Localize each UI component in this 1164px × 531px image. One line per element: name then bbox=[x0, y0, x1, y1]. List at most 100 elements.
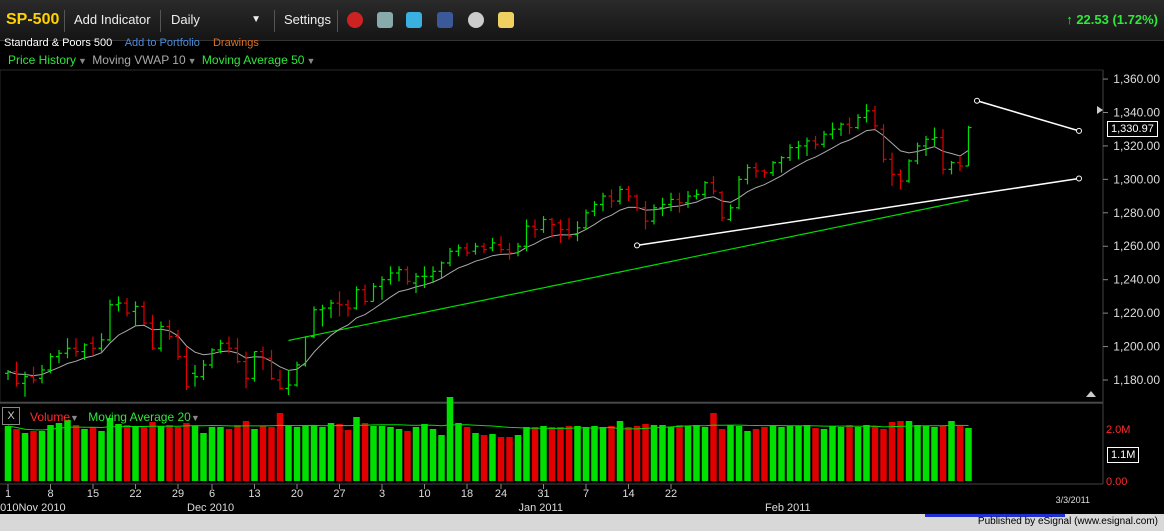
volume-bar bbox=[72, 425, 80, 481]
volume-bar bbox=[608, 426, 615, 481]
volume-bar bbox=[829, 426, 836, 481]
price-bar bbox=[200, 359, 207, 380]
volume-label[interactable]: Volume bbox=[30, 410, 70, 424]
price-bar bbox=[260, 346, 266, 370]
volume-bar bbox=[574, 426, 581, 481]
volume-bar bbox=[55, 423, 63, 481]
price-bar bbox=[455, 244, 462, 257]
price-bar bbox=[311, 306, 317, 339]
volume-bar bbox=[820, 429, 828, 481]
price-bar bbox=[285, 369, 292, 396]
price-bar bbox=[549, 217, 555, 238]
volume-bar bbox=[922, 426, 930, 481]
volume-bar bbox=[591, 426, 598, 481]
price-bar bbox=[668, 192, 674, 212]
price-bar bbox=[489, 237, 496, 252]
volume-bar bbox=[140, 427, 148, 481]
price-bar bbox=[880, 124, 887, 163]
footer-bar: Published by eSignal (www.esignal.com) bbox=[0, 514, 1164, 531]
x-tick-label: 24 bbox=[495, 488, 507, 500]
x-month-label: 2010Nov 2010 bbox=[0, 502, 66, 514]
volume-bar bbox=[684, 426, 692, 481]
y-tick-label: 1,320.00 bbox=[1113, 139, 1160, 153]
lower-trendline bbox=[636, 177, 1080, 247]
price-bar bbox=[421, 266, 428, 289]
price-bar bbox=[855, 114, 861, 130]
volume-bar bbox=[259, 426, 267, 481]
volume-bar bbox=[735, 426, 743, 481]
price-bar bbox=[608, 189, 615, 208]
price-bar bbox=[693, 189, 700, 200]
volume-bar bbox=[914, 425, 921, 481]
volume-bar bbox=[633, 426, 641, 481]
price-bar bbox=[532, 219, 538, 238]
volume-bar bbox=[217, 427, 224, 481]
price-bar bbox=[158, 321, 164, 352]
price-chart[interactable]: 1,360.00 1,340.00 1,320.00 1,300.00 1,280.00… bbox=[0, 0, 1164, 514]
volume-legend: Volume▼ Moving Average 20▼ bbox=[30, 409, 206, 426]
last-price-tag: 1,330.97 bbox=[1107, 121, 1158, 137]
volume-bar bbox=[361, 423, 369, 481]
x-tick-label: 6 bbox=[209, 488, 215, 500]
price-bar bbox=[651, 204, 657, 225]
volume-bar bbox=[191, 426, 199, 481]
volume-bar bbox=[455, 423, 462, 481]
volume-bar bbox=[523, 427, 530, 481]
volume-bar bbox=[38, 431, 46, 481]
volume-bar bbox=[540, 426, 547, 481]
volume-bar bbox=[778, 427, 785, 481]
volume-bar bbox=[650, 425, 658, 481]
price-bar bbox=[472, 242, 479, 255]
volume-bar bbox=[234, 425, 241, 481]
price-bar bbox=[73, 338, 79, 357]
price-bar bbox=[744, 164, 751, 185]
volume-bar bbox=[489, 434, 496, 481]
dropdown-arrow-icon[interactable]: ▼ bbox=[70, 413, 79, 423]
y-tick-label: 1,260.00 bbox=[1113, 239, 1160, 253]
volume-bar bbox=[174, 427, 182, 481]
volume-bar bbox=[803, 425, 811, 481]
volume-bar bbox=[89, 427, 97, 481]
volume-bar bbox=[837, 427, 845, 481]
price-bar bbox=[727, 204, 734, 222]
price-bar bbox=[812, 135, 819, 150]
price-bar bbox=[328, 299, 334, 319]
volume-bar bbox=[557, 427, 564, 481]
x-tick-label: 22 bbox=[665, 488, 677, 500]
x-tick-label: 31 bbox=[537, 488, 549, 500]
close-panel-button[interactable]: X bbox=[2, 407, 20, 425]
price-bar bbox=[846, 117, 853, 135]
volume-bar bbox=[30, 431, 37, 481]
volume-bar bbox=[4, 426, 12, 481]
volume-bar bbox=[795, 426, 802, 481]
volume-bar bbox=[514, 435, 522, 481]
volume-bar bbox=[956, 426, 964, 481]
volume-bar bbox=[370, 426, 377, 481]
volume-bar bbox=[149, 422, 156, 481]
volume-bar bbox=[897, 421, 904, 481]
price-bar bbox=[642, 201, 649, 230]
price-bar bbox=[302, 335, 309, 367]
volume-bar bbox=[642, 424, 649, 481]
price-bar bbox=[736, 176, 742, 210]
price-bar bbox=[5, 369, 11, 380]
volume-bar bbox=[506, 437, 513, 481]
price-bar bbox=[481, 242, 487, 253]
volume-bar bbox=[21, 433, 29, 481]
volume-bar bbox=[676, 425, 683, 481]
price-bar bbox=[464, 242, 470, 257]
y-tick-label: 1,200.00 bbox=[1113, 340, 1160, 354]
volume-tick-label: 0.00 bbox=[1106, 476, 1127, 488]
price-bar bbox=[22, 371, 28, 397]
price-bar bbox=[183, 346, 190, 391]
volume-bar bbox=[47, 425, 54, 481]
price-bar bbox=[574, 221, 581, 242]
volume-ma-label[interactable]: Moving Average 20 bbox=[88, 410, 191, 424]
published-credit: Published by eSignal (www.esignal.com) bbox=[977, 516, 1158, 527]
dropdown-arrow-icon[interactable]: ▼ bbox=[191, 413, 200, 423]
volume-bar bbox=[251, 429, 258, 481]
volume-bar bbox=[472, 433, 479, 481]
volume-bar bbox=[463, 427, 471, 481]
price-bar bbox=[115, 296, 122, 312]
price-bar bbox=[430, 266, 436, 284]
